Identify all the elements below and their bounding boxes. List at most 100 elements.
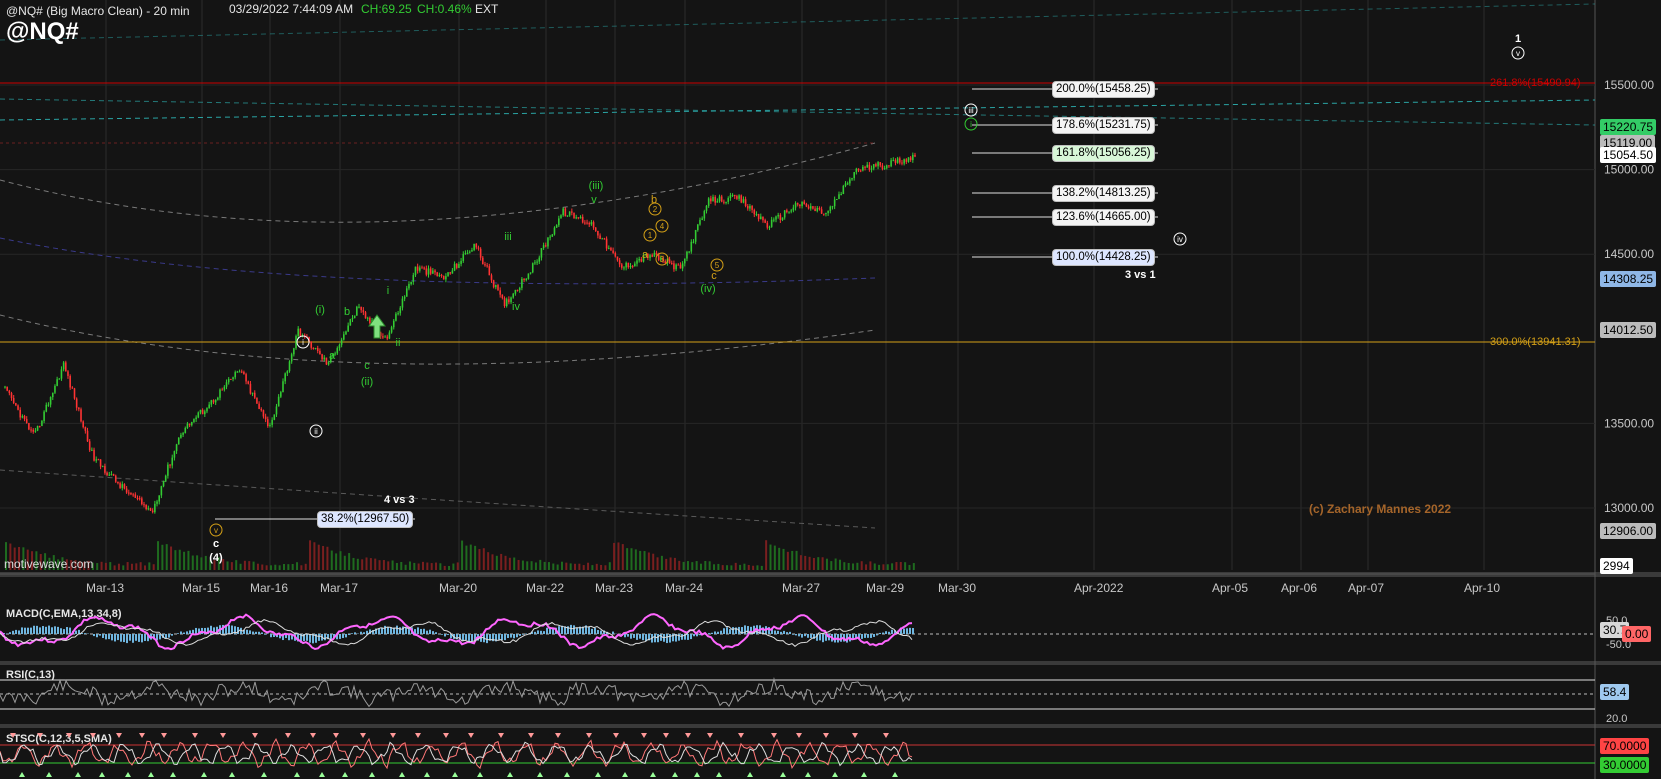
candle-body (319, 350, 321, 355)
symbol-label: @NQ# (6, 18, 79, 45)
candle-body (555, 225, 558, 228)
rsi-label: RSI(C,13) (6, 669, 55, 681)
candle-body (149, 508, 152, 511)
stochastic-oversold-marker (342, 772, 348, 777)
candle-body (812, 206, 814, 209)
candle-body (864, 166, 866, 168)
candle-body (436, 272, 438, 276)
macd-histogram-bar (867, 634, 869, 638)
candle-body (397, 313, 399, 315)
macd-histogram-bar (612, 631, 614, 634)
stochastic-oversold-marker (46, 772, 52, 777)
candle-body (208, 404, 210, 409)
macd-histogram-bar (177, 633, 179, 634)
candle-body (851, 178, 853, 180)
fib-extension-label: 178.6%(15231.75) (1052, 117, 1155, 134)
candle-body (264, 416, 267, 420)
volume-bar (782, 548, 785, 570)
candle-body (842, 185, 845, 195)
volume-bar (617, 542, 620, 570)
volume-bar (817, 557, 820, 570)
volume-bar (600, 564, 603, 570)
candle-body (360, 306, 362, 311)
motivewave-watermark: motivewave.com (4, 557, 94, 571)
volume-bar (313, 542, 316, 570)
volume-bar (117, 563, 120, 570)
stochastic-oversold-marker (507, 772, 513, 777)
volume-bar (265, 565, 268, 570)
candle-body (123, 484, 126, 489)
stochastic-overbought-marker (852, 733, 858, 738)
volume-bar (100, 561, 103, 570)
candle-body (831, 206, 834, 208)
volume-bar (621, 544, 624, 570)
candle-body (618, 260, 621, 265)
candle-body (475, 243, 478, 248)
candle-body (783, 210, 786, 218)
volume-bar (656, 557, 659, 570)
candle-body (664, 261, 667, 264)
volume-bar (608, 562, 611, 570)
price-badge: 14308.25 (1600, 271, 1657, 287)
candle-body (551, 234, 554, 237)
candle-body (121, 484, 124, 488)
candle-body (286, 371, 289, 374)
stochastic-overbought-marker (360, 733, 366, 738)
candle-body (803, 201, 806, 204)
volume-bar (756, 565, 759, 570)
volume-bar (443, 565, 446, 570)
volume-bar (526, 561, 529, 570)
wave-label: a (329, 350, 336, 362)
header-session: EXT (475, 2, 499, 16)
macd-histogram-bar (45, 626, 47, 634)
candle-body (492, 280, 495, 288)
macd-histogram-bar (597, 630, 599, 634)
macd-histogram-bar (108, 634, 110, 640)
macd-histogram-bar (666, 634, 668, 644)
volume-bar (743, 563, 746, 570)
candle-body (601, 238, 604, 240)
volume-bar (852, 563, 855, 570)
macd-histogram-bar (351, 633, 353, 634)
macd-histogram-bar (42, 626, 44, 634)
macd-histogram-bar (690, 634, 692, 640)
candle-body (818, 207, 821, 210)
macd-histogram-bar (249, 630, 251, 634)
candle-body (358, 306, 360, 308)
candle-body (473, 243, 475, 251)
price-chart[interactable]: Mar-13 Mar-15 Mar-16 Mar-17 Mar-20 Mar-22 Mar-… (0, 0, 1661, 779)
macd-histogram-bar (396, 625, 398, 634)
candle-body (97, 459, 100, 461)
candle-body (101, 466, 104, 468)
candle-body (697, 224, 699, 231)
macd-histogram-bar (795, 634, 797, 636)
volume-bar (96, 563, 99, 570)
stochastic-oversold-marker (125, 772, 131, 777)
volume-bar (747, 564, 750, 570)
candle-body (877, 162, 879, 167)
candle-body (629, 265, 632, 268)
candle-body (855, 168, 858, 173)
volume-bar (708, 561, 711, 570)
time-tick-label: Mar-13 (86, 581, 124, 595)
wave-label: v (591, 194, 597, 206)
candle-body (56, 379, 58, 386)
candle-body (288, 361, 291, 372)
macd-histogram-bar (339, 634, 341, 639)
macd-histogram-bar (786, 632, 788, 634)
channel-line-cyan (0, 99, 1596, 121)
volume-bar (752, 565, 755, 570)
volume-bar (799, 555, 802, 570)
candle-body (269, 424, 271, 427)
candle-body (781, 217, 784, 221)
volume-bar (769, 544, 772, 570)
candle-body (744, 199, 747, 207)
fib-extension-label: 200.0%(15458.25) (1052, 81, 1155, 98)
macd-histogram-bar (186, 631, 188, 634)
price-tick-label: 15000.00 (1604, 163, 1654, 177)
candle-body (898, 158, 901, 163)
candle-body (588, 223, 591, 225)
volume-bar (739, 564, 742, 570)
macd-histogram-bar (405, 627, 407, 634)
macd-histogram-bar (183, 632, 185, 634)
